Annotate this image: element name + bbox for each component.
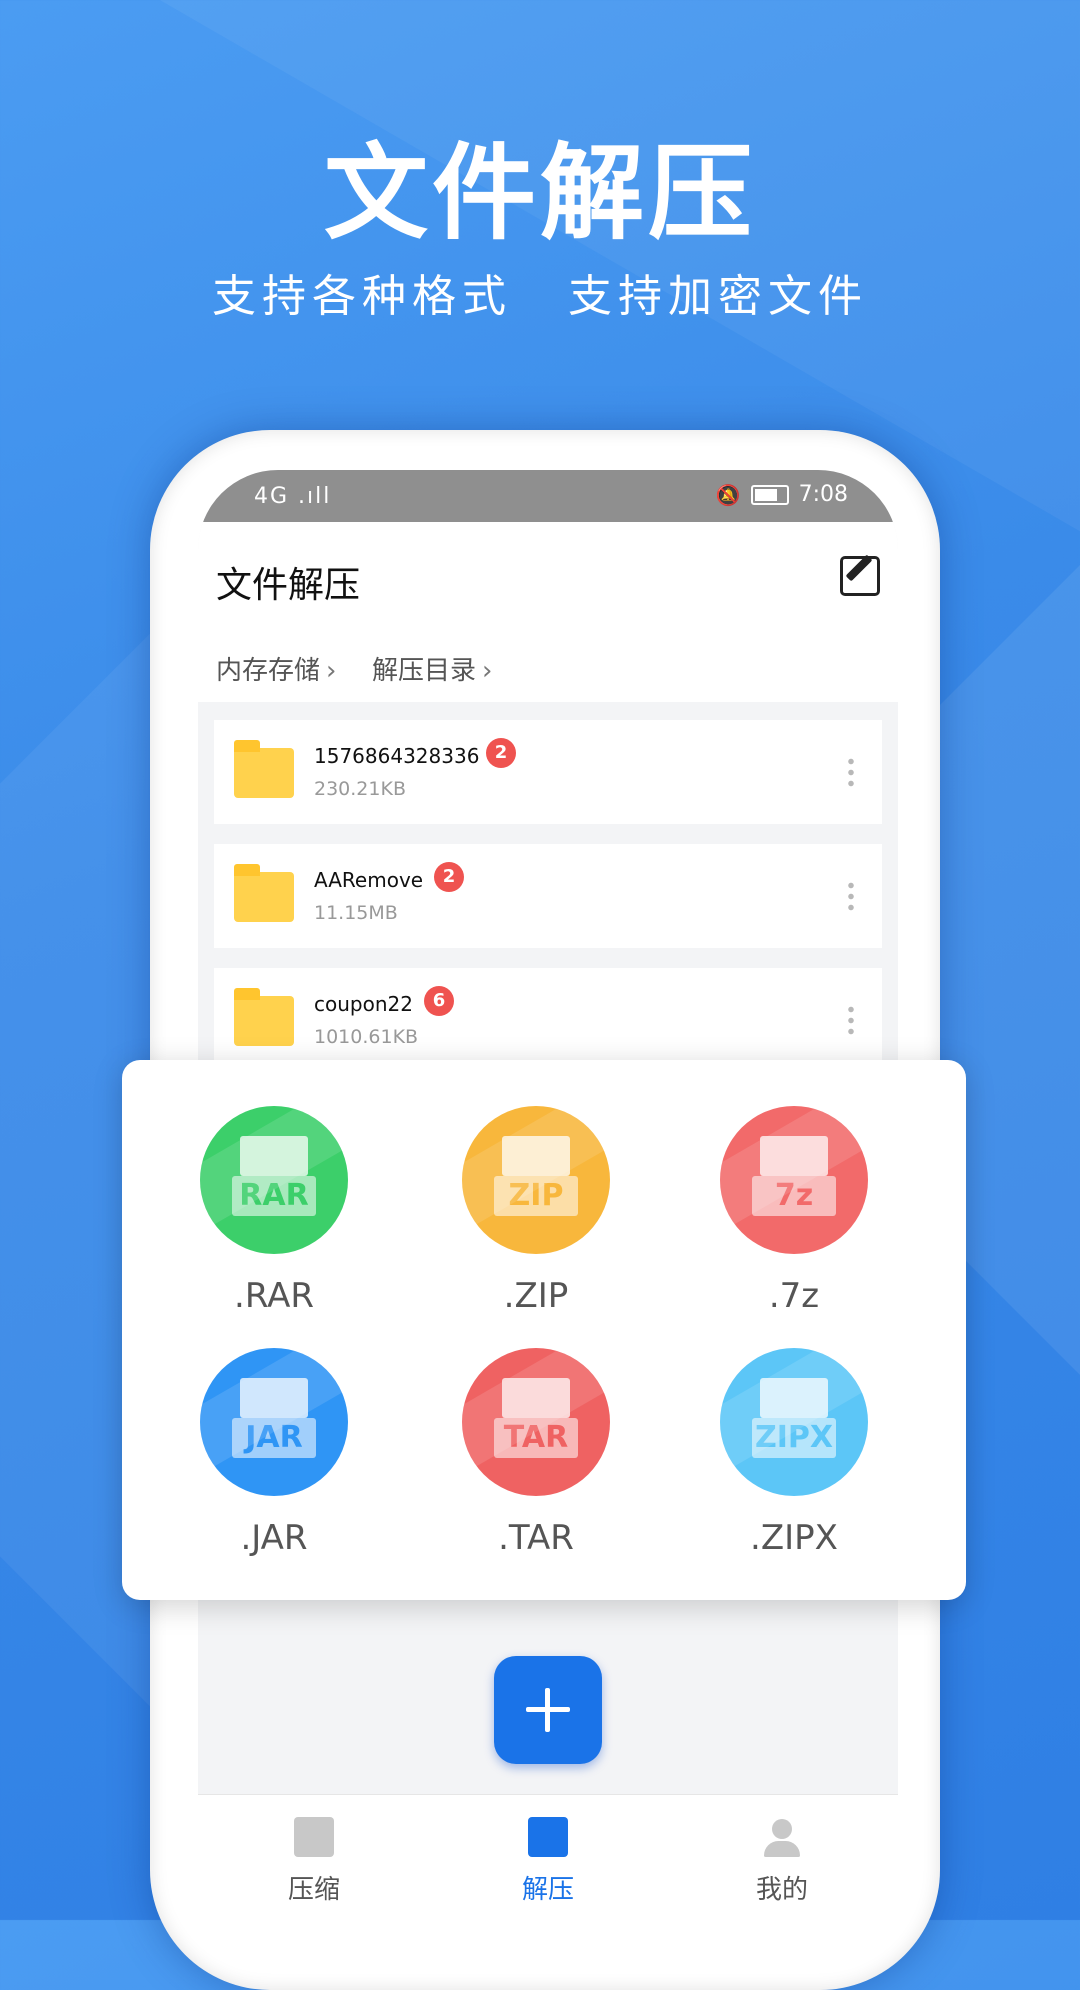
7z-format-icon: 7z	[720, 1106, 868, 1254]
format-name: .JAR	[240, 1518, 308, 1558]
chevron-right-icon: ›	[326, 656, 337, 686]
status-right: 🔕 7:08	[716, 482, 848, 507]
signal-indicator: 4G .ıll	[254, 484, 332, 509]
status-time: 7:08	[798, 482, 848, 507]
status-bar: 4G .ıll 🔕 7:08	[198, 470, 898, 522]
format-panel: RAR .RAR ZIP .ZIP 7z .7z JAR .JAR TAR .T…	[122, 1060, 966, 1600]
file-name: AARemove	[314, 868, 424, 892]
format-name: .TAR	[498, 1518, 574, 1558]
more-vertical-icon[interactable]	[848, 880, 854, 912]
battery-icon	[750, 484, 789, 505]
zipx-format-icon: ZIPX	[720, 1348, 868, 1496]
format-name: .7z	[768, 1276, 820, 1316]
extract-icon	[528, 1817, 568, 1857]
rar-format-icon: RAR	[200, 1106, 348, 1254]
format-name: .ZIPX	[750, 1518, 838, 1558]
add-button[interactable]	[494, 1656, 602, 1764]
format-zipx[interactable]: ZIPX .ZIPX	[670, 1348, 890, 1568]
hero-subtitle-encrypted: 支持加密文件	[568, 271, 868, 322]
format-7z[interactable]: 7z .7z	[670, 1106, 890, 1326]
app-bar: 文件解压	[198, 522, 898, 632]
zip-format-icon: ZIP	[462, 1106, 610, 1254]
breadcrumb: 内存存储 › 解压目录 ›	[198, 632, 898, 702]
file-name: 1576864328336	[314, 744, 480, 768]
format-jar[interactable]: JAR .JAR	[150, 1348, 370, 1568]
hero-subtitle: 支持各种格式 支持加密文件	[0, 260, 1080, 324]
format-name: .ZIP	[503, 1276, 569, 1316]
jar-format-icon: JAR	[200, 1348, 348, 1496]
hero-subtitle-formats: 支持各种格式	[212, 271, 512, 322]
nav-label: 压缩	[287, 1875, 340, 1905]
list-item[interactable]: coupon22 6 1010.61KB	[214, 968, 882, 1072]
folder-icon	[234, 740, 294, 798]
bottom-nav: 压缩 解压 我的	[198, 1794, 898, 1921]
breadcrumb-item-extract-dir[interactable]: 解压目录 ›	[372, 650, 492, 687]
file-size: 230.21KB	[314, 778, 406, 800]
format-rar[interactable]: RAR .RAR	[150, 1106, 370, 1326]
page-title: 文件解压	[216, 565, 361, 606]
format-name: .RAR	[234, 1276, 314, 1316]
nav-item-extract[interactable]: 解压	[468, 1795, 628, 1921]
list-item[interactable]: AARemove 2 11.15MB	[214, 844, 882, 948]
breadcrumb-item-storage[interactable]: 内存存储 ›	[216, 650, 336, 687]
count-badge: 2	[434, 862, 464, 892]
list-item[interactable]: 1576864328336 2 230.21KB	[214, 720, 882, 824]
chevron-right-icon: ›	[482, 656, 493, 686]
nav-label: 我的	[755, 1875, 808, 1905]
file-size: 1010.61KB	[314, 1026, 419, 1048]
nav-label: 解压	[521, 1875, 574, 1905]
format-zip[interactable]: ZIP .ZIP	[412, 1106, 632, 1326]
bell-off-icon: 🔕	[715, 482, 741, 507]
archive-icon	[294, 1817, 334, 1857]
count-badge: 6	[424, 986, 454, 1016]
more-vertical-icon[interactable]	[848, 1004, 854, 1036]
format-tar[interactable]: TAR .TAR	[412, 1348, 632, 1568]
file-size: 11.15MB	[314, 902, 398, 924]
tar-format-icon: TAR	[462, 1348, 610, 1496]
folder-icon	[234, 864, 294, 922]
folder-icon	[234, 988, 294, 1046]
file-name: coupon22	[314, 992, 413, 1016]
user-icon	[762, 1817, 802, 1857]
nav-item-compress[interactable]: 压缩	[234, 1795, 394, 1921]
hero-title: 文件解压	[323, 132, 756, 254]
edit-icon[interactable]	[840, 556, 880, 596]
count-badge: 2	[486, 738, 516, 768]
more-vertical-icon[interactable]	[848, 756, 854, 788]
nav-item-me[interactable]: 我的	[702, 1795, 862, 1921]
